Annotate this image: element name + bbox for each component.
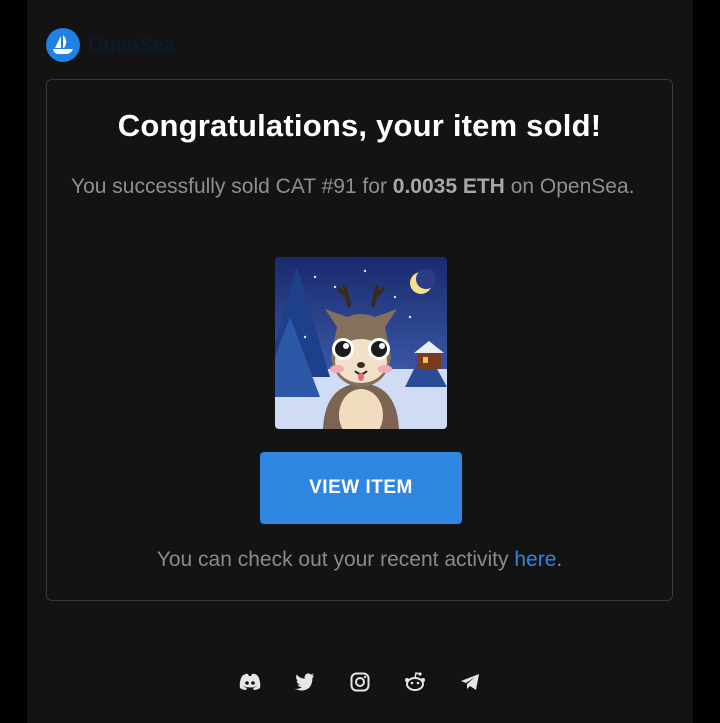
discord-icon[interactable] [236, 668, 264, 696]
reddit-icon[interactable] [401, 668, 429, 696]
social-links [27, 668, 693, 696]
activity-note: You can check out your recent activity h… [156, 548, 563, 571]
instagram-icon[interactable] [346, 668, 374, 696]
sale-card: Congratulations, your item sold! You suc… [46, 79, 673, 601]
page-title: Congratulations, your item sold! [117, 108, 602, 143]
opensea-icon [46, 28, 80, 62]
view-item-button[interactable]: VIEW ITEM [260, 452, 462, 524]
twitter-icon[interactable] [291, 668, 319, 696]
sale-description: You successfully sold CAT #91 for 0.0035… [71, 175, 635, 198]
email-page: OpenSea Congratulations, your item sold!… [27, 0, 693, 723]
activity-link[interactable]: here [514, 548, 556, 571]
sale-amount: 0.0035 ETH [392, 175, 505, 198]
telegram-icon[interactable] [456, 668, 484, 696]
opensea-logo[interactable]: OpenSea [46, 28, 175, 62]
nft-image[interactable] [275, 257, 447, 429]
logo-text: OpenSea [88, 33, 175, 56]
